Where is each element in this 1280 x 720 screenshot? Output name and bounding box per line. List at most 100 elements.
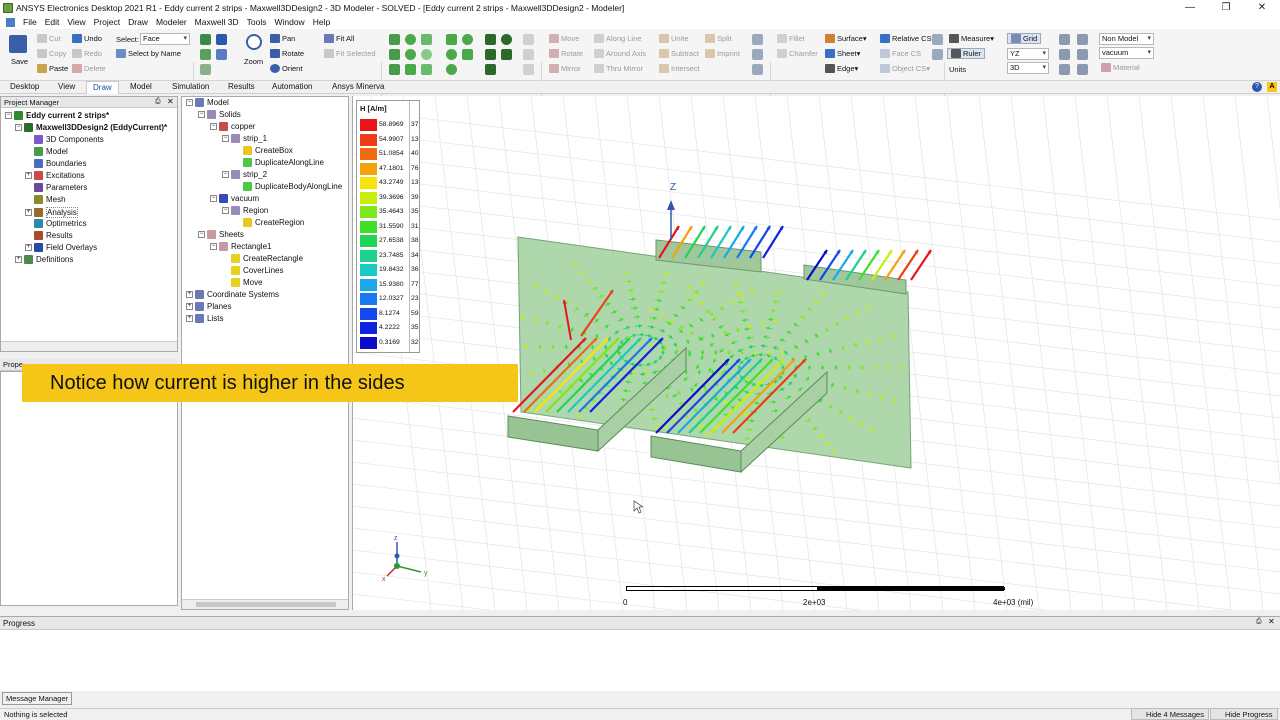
draw-tool-icon[interactable] xyxy=(523,34,534,45)
tab-ansys-minerva[interactable]: Ansys Minerva xyxy=(326,81,390,94)
model-tree-item[interactable]: − Rectangle1 xyxy=(210,242,271,251)
material-dropdown[interactable]: vacuum xyxy=(1099,47,1154,59)
menu-modeler[interactable]: Modeler xyxy=(156,17,187,27)
project-tree-item[interactable]: Model xyxy=(25,147,68,156)
cone-icon[interactable] xyxy=(421,34,432,45)
model-tree-item[interactable]: CoverLines xyxy=(222,266,283,275)
sheet-dropdown[interactable]: Sheet ▾ xyxy=(825,49,860,58)
model-tree-item[interactable]: CreateRectangle xyxy=(222,254,303,263)
expand-toggle-icon[interactable]: − xyxy=(210,243,217,250)
menu-project[interactable]: Project xyxy=(94,17,120,27)
cs-tool-icon[interactable] xyxy=(932,49,943,60)
around-axis-button[interactable]: Around Axis xyxy=(594,49,646,58)
snap-tool-icon[interactable] xyxy=(1059,49,1070,60)
model-tree-item[interactable]: − vacuum xyxy=(210,194,259,203)
region-icon[interactable] xyxy=(446,64,457,75)
grid-button[interactable]: Grid xyxy=(1007,33,1042,44)
fit-selected-button[interactable]: Fit Selected xyxy=(324,49,376,58)
project-tree-item[interactable]: Results xyxy=(25,231,73,240)
intersect-button[interactable]: Intersect xyxy=(659,64,700,73)
material-button[interactable]: Material xyxy=(1101,63,1140,72)
model-tree-item[interactable]: CreateRegion xyxy=(234,218,304,227)
hide-messages-button[interactable]: Hide 4 Messages xyxy=(1131,708,1209,720)
expand-toggle-icon[interactable]: − xyxy=(222,135,229,142)
dimension-dropdown[interactable]: 3D xyxy=(1007,62,1049,74)
menu-window[interactable]: Window xyxy=(274,17,304,27)
redo-button[interactable]: Redo xyxy=(72,49,102,58)
project-tree-item[interactable]: − Eddy current 2 strips* xyxy=(5,111,109,120)
relative-cs-dropdown[interactable]: Relative CS ▾ xyxy=(880,34,935,43)
rectangle-icon[interactable] xyxy=(446,34,457,45)
fillet-button[interactable]: Fillet xyxy=(777,34,805,43)
expand-toggle-icon[interactable]: + xyxy=(25,244,32,251)
cut-button[interactable]: Cut xyxy=(37,34,61,43)
model-tree-item[interactable]: − Region xyxy=(222,206,268,215)
minimize-icon[interactable]: — xyxy=(1172,0,1208,15)
expand-toggle-icon[interactable]: − xyxy=(15,124,22,131)
face-cs-button[interactable]: Face CS xyxy=(880,49,921,58)
model-tree-item[interactable]: − strip_1 xyxy=(222,134,267,143)
menu-maxwell3d[interactable]: Maxwell 3D xyxy=(195,17,239,27)
pin-icon[interactable]: ⎙ xyxy=(155,98,161,106)
ellipse-icon[interactable] xyxy=(462,34,473,45)
model-tree-item[interactable]: − Sheets xyxy=(198,230,244,239)
draw-tool-icon[interactable] xyxy=(523,64,534,75)
expand-toggle-icon[interactable]: + xyxy=(186,291,193,298)
mirror-button[interactable]: Mirror xyxy=(549,64,581,73)
expand-toggle-icon[interactable]: + xyxy=(15,256,22,263)
snap-tool-icon[interactable] xyxy=(1077,64,1088,75)
menu-tools[interactable]: Tools xyxy=(247,17,267,27)
orient-button[interactable]: Orient xyxy=(270,64,302,73)
plane-dropdown[interactable]: YZ xyxy=(1007,48,1049,60)
menu-draw[interactable]: Draw xyxy=(128,17,148,27)
snap-tool-icon[interactable] xyxy=(1059,34,1070,45)
menu-file[interactable]: File xyxy=(23,17,37,27)
fit-all-button[interactable]: Fit All xyxy=(324,34,354,43)
save-button[interactable]: Save xyxy=(11,57,28,66)
measure-dropdown[interactable]: Measure ▾ xyxy=(949,34,994,43)
field-legend[interactable]: H [A/m] 58.8969 37 54.9907 13 51.0854 40 47.18… xyxy=(356,100,420,353)
snap-tool-icon[interactable] xyxy=(1077,34,1088,45)
draw-tool-icon[interactable] xyxy=(523,49,534,60)
model-tree-item[interactable]: − copper xyxy=(210,122,255,131)
select-by-name-button[interactable]: Select by Name xyxy=(116,49,181,58)
message-manager-tab[interactable]: Message Manager xyxy=(2,692,73,705)
modeler-tool-icon[interactable] xyxy=(752,64,763,75)
expand-toggle-icon[interactable]: − xyxy=(198,231,205,238)
rotate-view-button[interactable]: Rotate xyxy=(270,49,304,58)
horizontal-scrollbar[interactable] xyxy=(182,599,348,609)
sphere-icon[interactable] xyxy=(405,49,416,60)
bondwire-icon[interactable] xyxy=(405,64,416,75)
model-tree-item[interactable]: − Model xyxy=(186,98,229,107)
object-cs-dropdown[interactable]: Object CS ▾ xyxy=(880,64,930,73)
view-tool-icon[interactable] xyxy=(216,34,227,45)
helix-icon[interactable] xyxy=(389,64,400,75)
hide-progress-button[interactable]: Hide Progress xyxy=(1210,708,1278,720)
project-tree-item[interactable]: + Analysis xyxy=(25,207,78,218)
delete-button[interactable]: Delete xyxy=(72,64,106,73)
expand-toggle-icon[interactable]: − xyxy=(5,112,12,119)
expand-toggle-icon[interactable]: − xyxy=(186,99,193,106)
expand-toggle-icon[interactable]: + xyxy=(25,172,32,179)
cs-tool-icon[interactable] xyxy=(932,34,943,45)
model-tree-item[interactable]: Move xyxy=(222,278,263,287)
modeler-tool-icon[interactable] xyxy=(752,34,763,45)
expand-toggle-icon[interactable]: + xyxy=(186,303,193,310)
torus-icon[interactable] xyxy=(421,49,432,60)
model-tree-item[interactable]: DuplicateBodyAlongLine xyxy=(234,182,342,191)
units-button[interactable]: Units xyxy=(949,65,966,74)
horizontal-scrollbar[interactable] xyxy=(1,341,177,351)
model-tree-item[interactable]: DuplicateAlongLine xyxy=(234,158,324,167)
box-icon[interactable] xyxy=(389,34,400,45)
view-tool-icon[interactable] xyxy=(200,64,211,75)
expand-toggle-icon[interactable]: − xyxy=(222,171,229,178)
tab-view[interactable]: View xyxy=(52,81,81,94)
subtract-button[interactable]: Subtract xyxy=(659,49,699,58)
project-tree-item[interactable]: + Definitions xyxy=(15,255,73,264)
project-tree-item[interactable]: Mesh xyxy=(25,195,66,204)
close-panel-icon[interactable]: ✕ xyxy=(167,97,174,106)
surface-dropdown[interactable]: Surface ▾ xyxy=(825,34,867,43)
help-icon[interactable]: ? xyxy=(1252,82,1262,92)
tab-draw[interactable]: Draw xyxy=(86,81,119,94)
close-panel-icon[interactable]: ✕ xyxy=(1268,617,1275,626)
